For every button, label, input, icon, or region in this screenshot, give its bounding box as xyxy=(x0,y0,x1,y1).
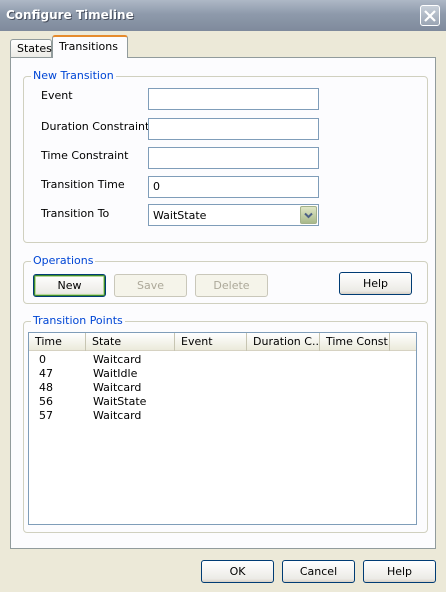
dropdown-button[interactable] xyxy=(300,206,317,224)
cell-state: Waitcard xyxy=(93,353,142,366)
event-label: Event xyxy=(41,89,73,102)
cell-time: 48 xyxy=(39,381,53,394)
duration-constraint-label: Duration Constraint xyxy=(41,120,150,133)
list-item[interactable]: 57 Waitcard xyxy=(29,409,416,423)
list-header: Time State Event Duration C... Time Cons… xyxy=(29,333,416,351)
chevron-down-icon xyxy=(304,212,313,218)
close-button[interactable] xyxy=(420,5,440,26)
column-header-event[interactable]: Event xyxy=(175,333,247,351)
list-item[interactable]: 47 WaitIdle xyxy=(29,367,416,381)
time-constraint-field[interactable] xyxy=(148,147,319,169)
column-header-time[interactable]: Time xyxy=(29,333,86,351)
save-button[interactable]: Save xyxy=(114,274,187,297)
cell-state: WaitState xyxy=(93,395,147,408)
cell-time: 47 xyxy=(39,367,53,380)
column-header-duration[interactable]: Duration C... xyxy=(247,333,320,351)
tab-transitions[interactable]: Transitions xyxy=(52,35,128,58)
transition-to-label: Transition To xyxy=(41,207,110,220)
cell-state: Waitcard xyxy=(93,381,142,394)
tab-states[interactable]: States xyxy=(10,39,52,57)
list-item[interactable]: 48 Waitcard xyxy=(29,381,416,395)
operations-group-label: Operations xyxy=(31,254,96,267)
ok-button[interactable]: OK xyxy=(201,560,274,583)
cell-time: 56 xyxy=(39,395,53,408)
new-transition-group-label: New Transition xyxy=(31,69,116,82)
transition-time-label: Transition Time xyxy=(41,178,125,191)
new-button[interactable]: New xyxy=(33,274,106,297)
cell-state: WaitIdle xyxy=(93,367,138,380)
transition-points-group-label: Transition Points xyxy=(31,314,125,327)
help-button[interactable]: Help xyxy=(363,560,436,583)
event-field[interactable] xyxy=(148,88,319,110)
transition-to-value: WaitState xyxy=(153,209,207,222)
transition-points-list[interactable]: Time State Event Duration C... Time Cons… xyxy=(28,332,417,525)
title-bar: Configure Timeline xyxy=(0,0,446,31)
window-title: Configure Timeline xyxy=(6,8,134,22)
cell-time: 57 xyxy=(39,409,53,422)
column-header-state[interactable]: State xyxy=(86,333,175,351)
operations-help-button[interactable]: Help xyxy=(339,272,412,295)
transition-to-select[interactable]: WaitState xyxy=(148,204,319,226)
time-constraint-label: Time Constraint xyxy=(41,149,129,162)
cell-state: Waitcard xyxy=(93,409,142,422)
delete-button[interactable]: Delete xyxy=(195,274,268,297)
list-item[interactable]: 56 WaitState xyxy=(29,395,416,409)
transition-time-field[interactable]: 0 xyxy=(148,176,319,198)
duration-constraint-field[interactable] xyxy=(148,118,319,140)
list-item[interactable]: 0 Waitcard xyxy=(29,353,416,367)
cancel-button[interactable]: Cancel xyxy=(282,560,355,583)
column-header-time-constraint[interactable]: Time Const... xyxy=(320,333,390,351)
cell-time: 0 xyxy=(39,353,46,366)
close-icon xyxy=(424,9,436,22)
